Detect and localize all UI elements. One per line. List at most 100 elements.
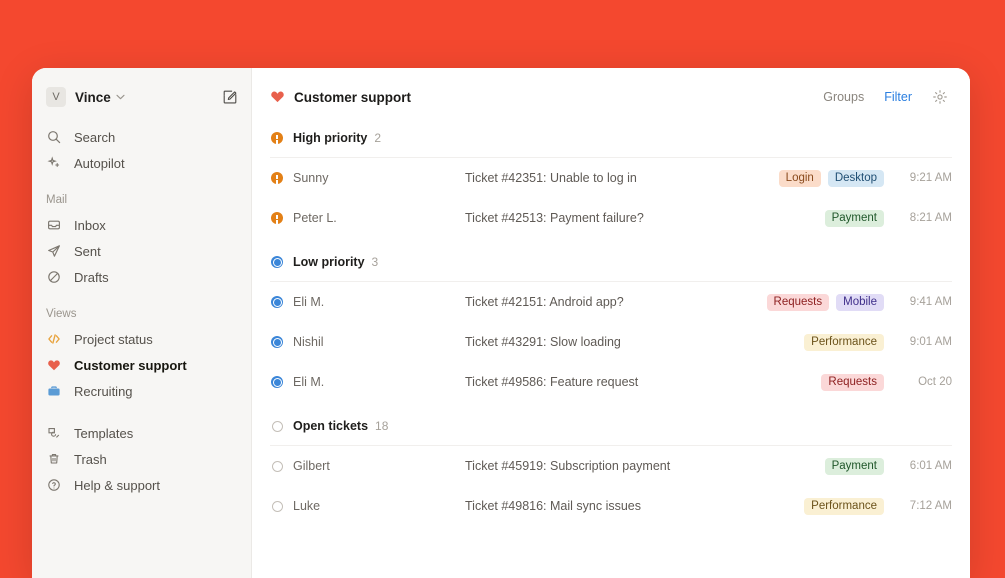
sidebar-item-label: Help & support [74, 477, 160, 493]
sidebar-item-drafts[interactable]: Drafts [32, 264, 251, 290]
section-count: 18 [375, 419, 389, 433]
help-circle-icon [46, 477, 62, 493]
status-badge[interactable]: Desktop [827, 169, 884, 187]
table-row[interactable]: Eli M. Ticket #49586: Feature request Requ… [252, 362, 970, 402]
sidebar-item-templates[interactable]: Templates [32, 420, 251, 446]
sidebar-item-project-status[interactable]: Project status [32, 326, 251, 352]
table-row[interactable]: Gilbert Ticket #45919: Subscription payme… [252, 446, 970, 486]
table-row[interactable]: Sunny Ticket #42351: Unable to log in Logi… [252, 158, 970, 198]
row-timestamp: 6:01 AM [909, 460, 952, 472]
row-timestamp: 9:21 AM [909, 172, 952, 184]
row-tags: Performance [804, 333, 884, 351]
sidebar-item-autopilot[interactable]: Autopilot [32, 150, 251, 176]
open-ticket-dot [270, 419, 284, 433]
row-subject: Ticket #43291: Slow loading [465, 335, 621, 349]
sidebar-item-help-support[interactable]: Help & support [32, 472, 251, 498]
sidebar-item-label: Trash [74, 451, 107, 467]
inbox-icon [46, 217, 62, 233]
row-timestamp: Oct 20 [918, 376, 952, 388]
row-tags: Requests Mobile [766, 293, 884, 311]
status-badge[interactable]: Performance [804, 333, 884, 351]
sidebar-item-label: Project status [74, 331, 153, 347]
search-icon [46, 129, 62, 145]
row-tags: Requests [821, 373, 884, 391]
app-window: V Vince Search Autopilot Mail Inbox Sent… [32, 68, 970, 578]
gear-icon[interactable] [932, 89, 948, 105]
heart-icon [270, 89, 285, 106]
row-subject: Ticket #45919: Subscription payment [465, 459, 671, 473]
sidebar-item-label: Drafts [74, 269, 109, 285]
status-badge[interactable]: Payment [824, 457, 884, 475]
section-open-tickets: Open tickets 18 Gilbert Ticket #45919: Subs… [252, 414, 970, 526]
trash-icon [46, 451, 62, 467]
section-header[interactable]: High priority 2 [252, 126, 970, 150]
sidebar-item-inbox[interactable]: Inbox [32, 212, 251, 238]
section-count: 2 [374, 131, 381, 145]
sidebar-item-sent[interactable]: Sent [32, 238, 251, 264]
row-timestamp: 9:41 AM [909, 296, 952, 308]
table-row[interactable]: Peter L. Ticket #42513: Payment failure? P… [252, 198, 970, 238]
sidebar-item-label: Autopilot [74, 155, 125, 171]
page-title: Customer support [294, 89, 412, 105]
status-badge[interactable]: Mobile [836, 293, 884, 311]
header-actions: Groups Filter [823, 89, 948, 105]
row-sender: Luke [293, 499, 321, 513]
high-priority-dot [270, 171, 284, 185]
table-row[interactable]: Luke Ticket #49816: Mail sync issues Perfo… [252, 486, 970, 526]
code-icon [46, 331, 62, 347]
low-priority-dot [270, 335, 284, 349]
sidebar-item-customer-support[interactable]: Customer support [32, 352, 251, 378]
chevron-down-icon [116, 93, 125, 102]
open-ticket-dot [270, 499, 284, 513]
sidebar-item-label: Search [74, 129, 116, 145]
sidebar-item-trash[interactable]: Trash [32, 446, 251, 472]
templates-icon [46, 425, 62, 441]
account-name: Vince [75, 89, 111, 105]
groups-button[interactable]: Groups [823, 90, 864, 104]
main-header: Customer support Groups Filter [252, 68, 970, 126]
paper-plane-icon [46, 243, 62, 259]
row-timestamp: 7:12 AM [909, 500, 952, 512]
row-tags: Payment [824, 209, 884, 227]
sidebar-item-recruiting[interactable]: Recruiting [32, 378, 251, 404]
filter-button[interactable]: Filter [884, 90, 912, 104]
row-subject: Ticket #49586: Feature request [465, 375, 639, 389]
section-title: High priority [293, 131, 368, 145]
status-badge[interactable]: Login [778, 169, 821, 187]
account-switcher[interactable]: V Vince [32, 84, 251, 110]
sidebar-group-views: Views [46, 308, 77, 320]
status-badge[interactable]: Requests [766, 293, 830, 311]
row-sender: Eli M. [293, 295, 325, 309]
row-sender: Nishil [293, 335, 324, 349]
row-sender: Eli M. [293, 375, 325, 389]
heart-icon [46, 357, 62, 373]
row-subject: Ticket #49816: Mail sync issues [465, 499, 642, 513]
row-sender: Sunny [293, 171, 329, 185]
status-badge[interactable]: Payment [824, 209, 884, 227]
low-priority-dot [270, 255, 284, 269]
row-subject: Ticket #42351: Unable to log in [465, 171, 637, 185]
table-row[interactable]: Nishil Ticket #43291: Slow loading Perform… [252, 322, 970, 362]
compose-button[interactable] [221, 88, 239, 106]
section-count: 3 [371, 255, 379, 269]
sidebar-item-label: Inbox [74, 217, 106, 233]
status-badge[interactable]: Performance [804, 497, 884, 515]
avatar: V [46, 87, 66, 107]
section-header[interactable]: Low priority 3 [252, 250, 970, 274]
drafts-icon [46, 269, 62, 285]
row-subject: Ticket #42513: Payment failure? [465, 211, 644, 225]
row-sender: Peter L. [293, 211, 337, 225]
row-timestamp: 8:21 AM [909, 212, 952, 224]
low-priority-dot [270, 375, 284, 389]
row-tags: Performance [804, 497, 884, 515]
section-title: Open tickets [293, 419, 369, 433]
table-row[interactable]: Eli M. Ticket #42151: Android app? Request… [252, 282, 970, 322]
status-badge[interactable]: Requests [821, 373, 884, 391]
sidebar-item-search[interactable]: Search [32, 124, 251, 150]
sidebar-item-label: Templates [74, 425, 134, 441]
section-header[interactable]: Open tickets 18 [252, 414, 970, 438]
row-tags: Payment [824, 457, 884, 475]
main-panel: Customer support Groups Filter High prio… [252, 68, 970, 578]
ticket-sections: High priority 2 Sunny Ticket #42351: Unable… [252, 126, 970, 526]
section-title: Low priority [293, 255, 365, 269]
